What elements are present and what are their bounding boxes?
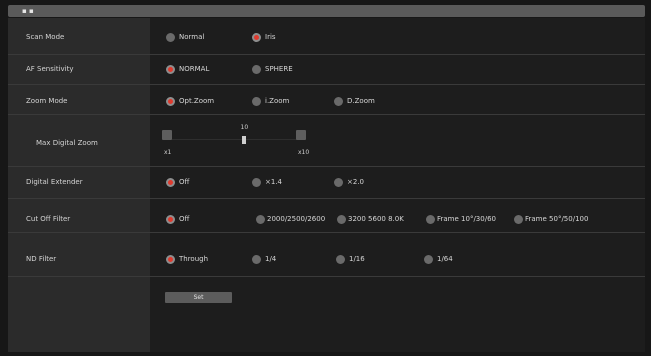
option-label: Frame 50°/50/100 xyxy=(525,215,589,223)
slider-value-label: 10 xyxy=(240,124,249,131)
af-sensitivity-normal-radio[interactable]: NORMAL xyxy=(166,64,209,74)
nd-filter-sixtyfourth-radio[interactable]: 1/64 xyxy=(424,254,453,264)
digital-extender-label: Digital Extender xyxy=(26,178,83,186)
radio-selected-icon xyxy=(166,96,175,106)
option-label: 2000/2500/2600 xyxy=(267,215,326,223)
slider-min-button[interactable] xyxy=(162,130,172,140)
option-label: Iris xyxy=(265,33,276,41)
radio-icon xyxy=(256,214,265,224)
radio-icon xyxy=(336,254,345,264)
radio-icon xyxy=(334,177,343,187)
row-divider xyxy=(8,84,645,85)
max-digital-zoom-slider[interactable]: 10 x1 x10 xyxy=(162,122,312,162)
nd-filter-quarter-radio[interactable]: 1/4 xyxy=(252,254,276,264)
digital-extender-x20-radio[interactable]: ×2.0 xyxy=(334,177,364,187)
slider-max-label: x10 xyxy=(298,149,310,156)
option-label: Off xyxy=(179,215,190,223)
radio-selected-icon xyxy=(166,254,175,264)
slider-track[interactable] xyxy=(172,139,302,140)
af-sensitivity-sphere-radio[interactable]: SPHERE xyxy=(252,64,293,74)
radio-icon xyxy=(252,64,261,74)
zoom-mode-dzoom-radio[interactable]: D.Zoom xyxy=(334,96,375,106)
radio-icon xyxy=(252,96,261,106)
nd-filter-sixteenth-radio[interactable]: 1/16 xyxy=(336,254,365,264)
row-divider xyxy=(8,232,645,233)
radio-icon xyxy=(334,96,343,106)
row-divider xyxy=(8,198,645,199)
scan-mode-normal-radio[interactable]: Normal xyxy=(166,32,204,42)
option-label: 1/16 xyxy=(349,255,365,263)
option-label: Frame 10°/30/60 xyxy=(437,215,496,223)
radio-icon xyxy=(252,254,261,264)
zoom-mode-opt-radio[interactable]: Opt.Zoom xyxy=(166,96,214,106)
radio-icon xyxy=(252,177,261,187)
row-divider xyxy=(8,54,645,55)
max-digital-zoom-label: Max Digital Zoom xyxy=(36,139,98,147)
scan-mode-label: Scan Mode xyxy=(26,33,65,41)
digital-extender-off-radio[interactable]: Off xyxy=(166,177,189,187)
row-divider xyxy=(8,166,645,167)
option-label: 1/4 xyxy=(265,255,277,263)
af-sensitivity-label: AF Sensitivity xyxy=(26,65,74,73)
radio-selected-icon xyxy=(166,64,175,74)
option-label: ×1.4 xyxy=(265,178,282,186)
row-divider xyxy=(8,276,645,277)
slider-max-button[interactable] xyxy=(296,130,306,140)
radio-icon xyxy=(337,214,346,224)
zoom-mode-izoom-radio[interactable]: i.Zoom xyxy=(252,96,289,106)
top-bar-title: ▪ ▪ xyxy=(22,7,34,15)
option-label: D.Zoom xyxy=(347,97,375,105)
radio-selected-icon xyxy=(166,177,175,187)
row-divider xyxy=(8,114,645,115)
option-label: Through xyxy=(179,255,209,263)
option-label: i.Zoom xyxy=(265,97,290,105)
radio-selected-icon xyxy=(166,214,175,224)
radio-selected-icon xyxy=(252,32,261,42)
cut-off-filter-option-2-radio[interactable]: 2000/2500/2600 xyxy=(256,214,325,224)
radio-icon xyxy=(166,32,175,42)
option-label: 1/64 xyxy=(437,255,453,263)
digital-extender-x14-radio[interactable]: ×1.4 xyxy=(252,177,282,187)
cut-off-filter-option-3-radio[interactable]: 3200 5600 8.0K xyxy=(337,214,404,224)
option-label: NORMAL xyxy=(179,65,210,73)
cut-off-filter-label: Cut Off Filter xyxy=(26,215,71,223)
nd-filter-through-radio[interactable]: Through xyxy=(166,254,208,264)
option-label: ×2.0 xyxy=(347,178,364,186)
slider-thumb[interactable] xyxy=(241,136,246,144)
cut-off-filter-option-4-radio[interactable]: Frame 10°/30/60 xyxy=(426,214,496,224)
option-label: Opt.Zoom xyxy=(179,97,215,105)
cut-off-filter-option-5-radio[interactable]: Frame 50°/50/100 xyxy=(514,214,588,224)
option-label: 3200 5600 8.0K xyxy=(348,215,404,223)
slider-min-label: x1 xyxy=(164,149,172,156)
option-label: SPHERE xyxy=(265,65,293,73)
radio-icon xyxy=(514,214,523,224)
zoom-mode-label: Zoom Mode xyxy=(26,97,68,105)
option-label: Off xyxy=(179,178,190,186)
radio-icon xyxy=(426,214,435,224)
nd-filter-label: ND Filter xyxy=(26,255,57,263)
top-bar: ▪ ▪ xyxy=(8,5,645,17)
scan-mode-iris-radio[interactable]: Iris xyxy=(252,32,276,42)
set-button[interactable]: Set xyxy=(165,292,232,303)
option-label: Normal xyxy=(179,33,205,41)
cut-off-filter-off-radio[interactable]: Off xyxy=(166,214,189,224)
radio-icon xyxy=(424,254,433,264)
